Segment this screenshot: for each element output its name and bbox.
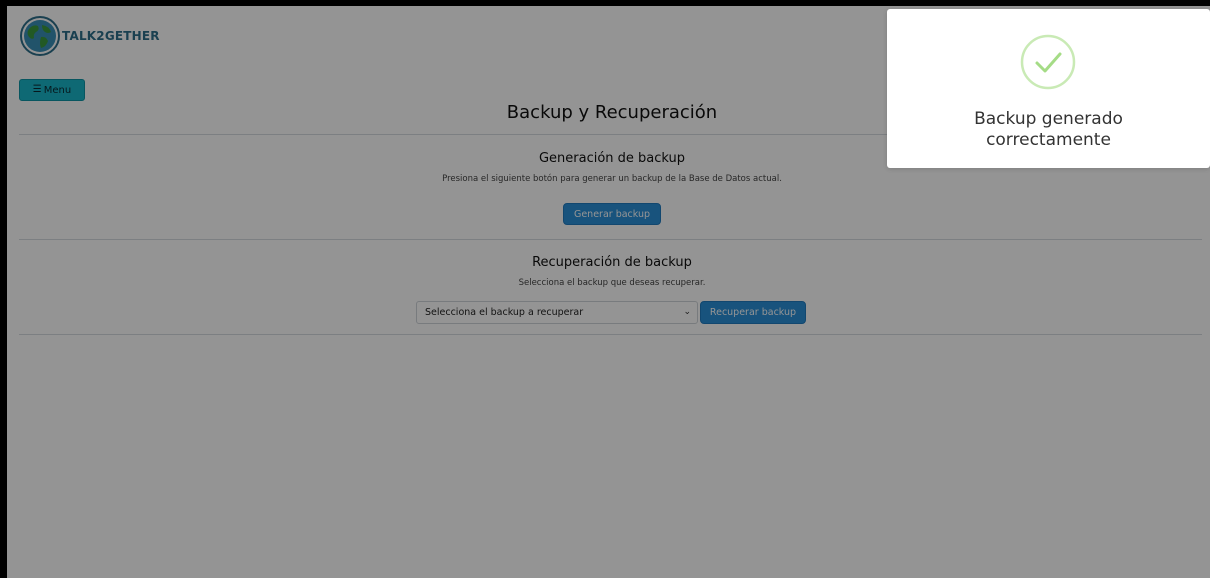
- toast-message: Backup generado correctamente: [887, 109, 1210, 151]
- toast-message-line-1: Backup generado: [974, 109, 1123, 129]
- toast-message-line-2: correctamente: [986, 130, 1111, 150]
- app-window: TALK2GETHER ☰ Menu Backup y Recuperación…: [7, 6, 1210, 578]
- success-check-icon: [1020, 34, 1076, 90]
- success-toast[interactable]: Backup generado correctamente: [887, 9, 1210, 168]
